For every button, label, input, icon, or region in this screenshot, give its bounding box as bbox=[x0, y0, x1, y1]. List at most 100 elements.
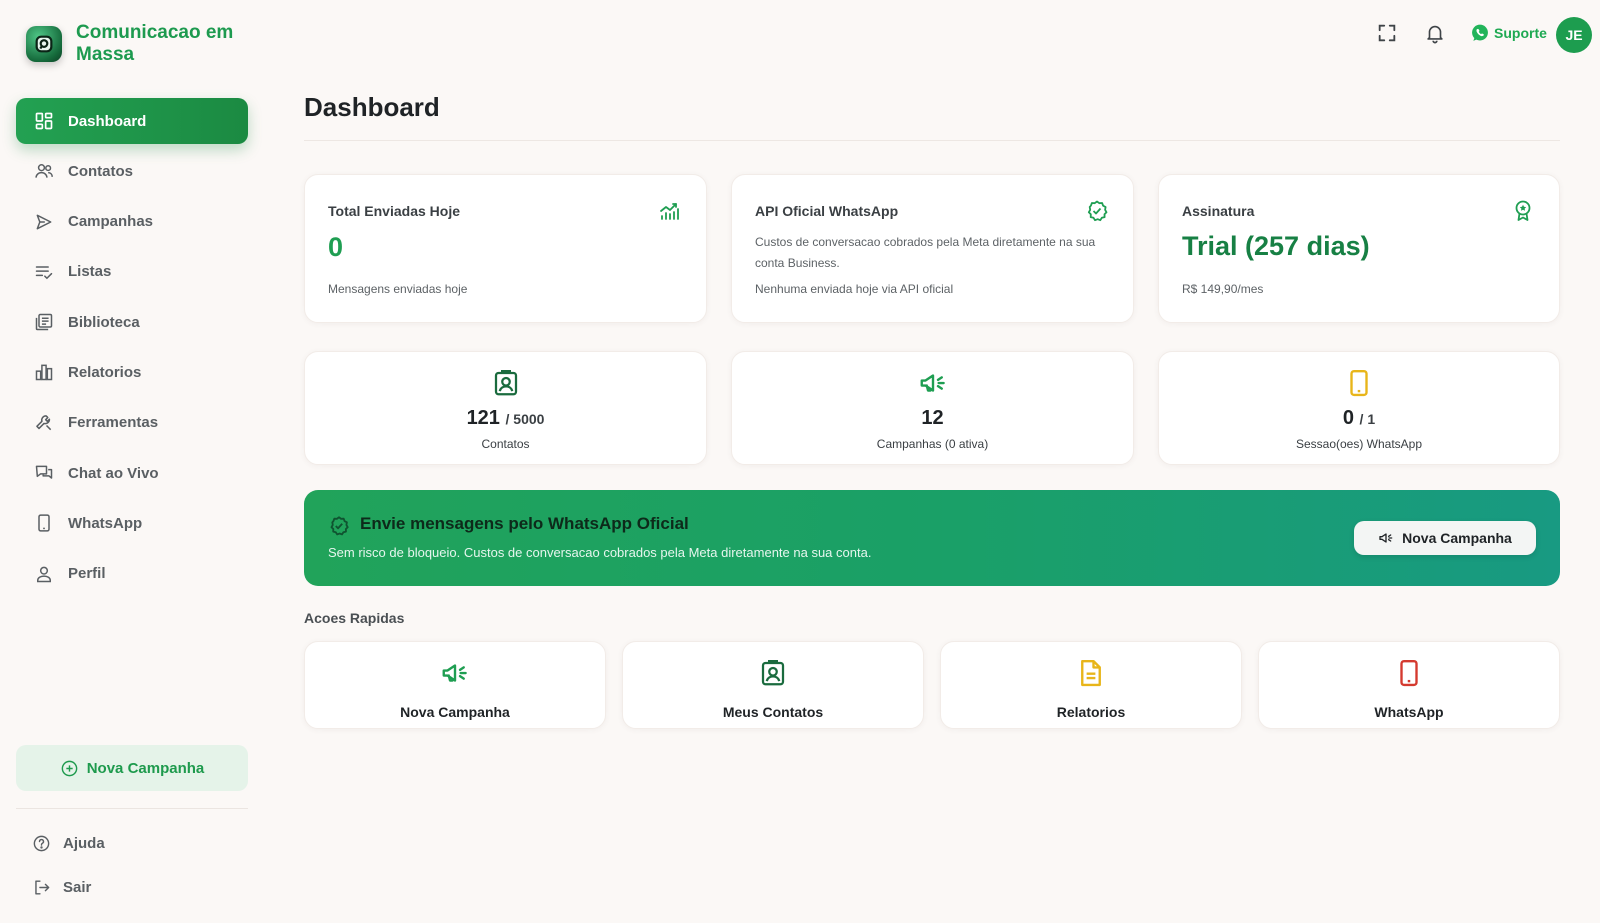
campaigns-stat-label: Campanhas (0 ativa) bbox=[876, 437, 989, 451]
document-icon bbox=[1081, 659, 1101, 687]
banner-new-campaign-button[interactable]: Nova Campanha bbox=[1354, 521, 1536, 555]
sidebar-new-campaign-button[interactable]: Nova Campanha bbox=[16, 745, 248, 791]
sidebar-item-ferramentas[interactable]: Ferramentas bbox=[16, 400, 248, 446]
plus-circle-icon bbox=[61, 760, 78, 776]
sidebar-item-relatorios[interactable]: Relatorios bbox=[16, 349, 248, 395]
list-check-icon bbox=[35, 266, 53, 280]
quick-action-label: Meus Contatos bbox=[722, 704, 824, 720]
app-logo-icon bbox=[26, 26, 62, 62]
sidebar-logout-label: Sair bbox=[63, 878, 92, 896]
quick-action-new-campaign[interactable]: Nova Campanha bbox=[304, 641, 606, 729]
sidebar-item-listas[interactable]: Listas bbox=[16, 249, 248, 295]
smartphone-icon bbox=[1400, 659, 1418, 687]
sidebar-item-label: Ferramentas bbox=[68, 414, 159, 432]
sidebar-item-perfil[interactable]: Perfil bbox=[16, 551, 248, 597]
page-title: Dashboard bbox=[304, 92, 440, 122]
verified-badge-icon bbox=[330, 516, 349, 536]
sidebar-item-contatos[interactable]: Contatos bbox=[16, 148, 248, 194]
contacts-count: 121 / 5000 bbox=[305, 407, 706, 430]
sidebar-item-label: Chat ao Vivo bbox=[68, 464, 159, 482]
wrench-icon bbox=[36, 414, 52, 430]
subscription-card: Assinatura Trial (257 dias) R$ 149,90/me… bbox=[1158, 174, 1560, 323]
sidebar-item-label: Biblioteca bbox=[68, 313, 140, 331]
contacts-stat-card[interactable]: 121 / 5000 Contatos bbox=[304, 351, 707, 465]
quick-action-reports[interactable]: Relatorios bbox=[940, 641, 1242, 729]
quick-action-whatsapp[interactable]: WhatsApp bbox=[1258, 641, 1560, 729]
megaphone-icon bbox=[442, 664, 467, 682]
user-icon bbox=[37, 566, 51, 582]
bell-icon[interactable] bbox=[1424, 22, 1446, 44]
send-icon bbox=[36, 214, 52, 230]
sessions-count: 0 / 1 bbox=[1159, 407, 1559, 430]
sidebar-item-label: Dashboard bbox=[68, 112, 147, 130]
quick-action-label: WhatsApp bbox=[1374, 704, 1444, 720]
sidebar-item-label: Contatos bbox=[68, 162, 133, 180]
phone-icon bbox=[38, 514, 50, 533]
megaphone-icon bbox=[920, 374, 945, 392]
sidebar-item-chat-ao-vivo[interactable]: Chat ao Vivo bbox=[16, 450, 248, 496]
api-description: Custos de conversacao cobrados pela Meta… bbox=[755, 235, 1096, 270]
quick-action-label: Relatorios bbox=[1056, 704, 1126, 720]
banner-subtitle: Sem risco de bloqueio. Custos de convers… bbox=[328, 545, 872, 560]
sidebar-item-label: Campanhas bbox=[68, 213, 154, 231]
sidebar-help-link[interactable]: Ajuda bbox=[16, 823, 248, 863]
contact-card-icon bbox=[494, 370, 517, 396]
bar-chart-icon bbox=[35, 365, 53, 381]
contacts-limit: / 5000 bbox=[505, 411, 545, 427]
sidebar-item-biblioteca[interactable]: Biblioteca bbox=[16, 299, 248, 345]
library-icon bbox=[35, 313, 53, 331]
sent-today-value: 0 bbox=[328, 232, 344, 262]
sessions-stat-card[interactable]: 0 / 1 Sessao(oes) WhatsApp bbox=[1158, 351, 1560, 465]
award-icon bbox=[1515, 200, 1531, 221]
sidebar-logout-link[interactable]: Sair bbox=[16, 867, 248, 907]
sidebar-help-label: Ajuda bbox=[63, 834, 105, 852]
help-circle-icon bbox=[33, 835, 50, 851]
sidebar-nav: Dashboard Contatos Campanhas Listas Bibl… bbox=[16, 98, 248, 601]
banner-button-label: Nova Campanha bbox=[1402, 530, 1512, 546]
sidebar-item-campanhas[interactable]: Campanhas bbox=[16, 199, 248, 245]
sidebar-item-whatsapp[interactable]: WhatsApp bbox=[16, 500, 248, 546]
sidebar-item-label: Relatorios bbox=[68, 363, 142, 381]
user-avatar[interactable]: JE bbox=[1556, 17, 1592, 53]
card-label: Assinatura bbox=[1182, 203, 1255, 219]
sidebar-item-label: Listas bbox=[68, 263, 112, 281]
fullscreen-icon[interactable] bbox=[1376, 22, 1398, 44]
campaigns-stat-card[interactable]: 12 Campanhas (0 ativa) bbox=[731, 351, 1134, 465]
support-link[interactable]: Suporte bbox=[1470, 22, 1547, 44]
verified-badge-icon bbox=[1087, 200, 1108, 222]
sessions-stat-label: Sessao(oes) WhatsApp bbox=[1295, 437, 1423, 451]
contacts-value: 121 bbox=[466, 407, 500, 429]
users-icon bbox=[35, 164, 53, 179]
card-label: API Oficial WhatsApp bbox=[755, 203, 899, 219]
campaigns-value: 12 bbox=[921, 407, 944, 429]
brand-name: Comunicacao em Massa bbox=[76, 22, 234, 65]
sessions-limit: / 1 bbox=[1359, 411, 1376, 427]
sidebar-new-campaign-label: Nova Campanha bbox=[86, 759, 205, 777]
quick-action-my-contacts[interactable]: Meus Contatos bbox=[622, 641, 924, 729]
title-divider bbox=[304, 140, 1560, 141]
sent-today-card: Total Enviadas Hoje 0 Mensagens enviadas… bbox=[304, 174, 707, 323]
support-label: Suporte bbox=[1494, 25, 1547, 41]
sidebar-divider bbox=[16, 808, 248, 809]
official-whatsapp-banner: Envie mensagens pelo WhatsApp Oficial Se… bbox=[304, 490, 1560, 586]
api-subtitle: Nenhuma enviada hoje via API oficial bbox=[755, 282, 954, 296]
contact-card-icon bbox=[761, 660, 785, 686]
brand[interactable]: Comunicacao em Massa bbox=[26, 22, 246, 66]
whatsapp-icon bbox=[1472, 24, 1488, 41]
chat-icon bbox=[35, 465, 53, 479]
megaphone-icon bbox=[1379, 533, 1393, 543]
banner-title: Envie mensagens pelo WhatsApp Oficial bbox=[360, 514, 689, 533]
subscription-price: R$ 149,90/mes bbox=[1182, 282, 1264, 296]
trending-chart-icon bbox=[660, 203, 679, 220]
logout-icon bbox=[35, 879, 50, 895]
sessions-value: 0 bbox=[1342, 407, 1354, 429]
sidebar-item-label: Perfil bbox=[68, 565, 106, 583]
sidebar: Comunicacao em Massa Dashboard Contatos … bbox=[0, 0, 264, 923]
sent-today-subtitle: Mensagens enviadas hoje bbox=[328, 282, 468, 296]
api-official-card: API Oficial WhatsApp Custos de conversac… bbox=[731, 174, 1134, 323]
dashboard-icon bbox=[35, 112, 53, 130]
quick-action-label: Nova Campanha bbox=[400, 704, 510, 720]
contacts-stat-label: Contatos bbox=[481, 437, 530, 451]
sidebar-item-dashboard[interactable]: Dashboard bbox=[16, 98, 248, 144]
quick-actions-title: Acoes Rapidas bbox=[304, 610, 405, 626]
